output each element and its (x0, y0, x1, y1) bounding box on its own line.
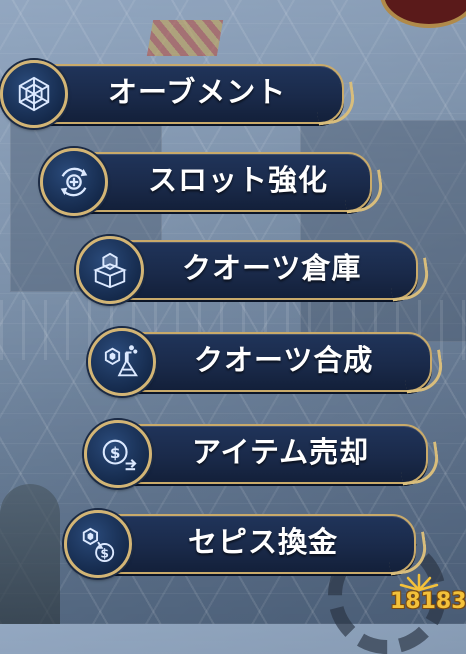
menu-item-quartz-storage[interactable]: クオーツ倉庫 (76, 236, 436, 304)
menu-item-curl (313, 81, 358, 126)
sepith-exchange-icon: $ (64, 510, 132, 578)
menu-item-item-sell[interactable]: アイテム売却 $ (84, 420, 444, 488)
svg-text:$: $ (100, 546, 109, 560)
quartz-storage-icon (76, 236, 144, 304)
watermark-text: 18183 (390, 589, 466, 614)
menu-item-curl (385, 531, 430, 576)
menu-item-sepith-exchange[interactable]: セピス換金 $ (64, 510, 430, 578)
svg-text:$: $ (110, 444, 121, 462)
menu-item-curl (401, 349, 446, 394)
side-menu: オーブメント スロット強化 クオーツ倉庫 クオーツ合成 アイテム売却 $ セピス… (0, 0, 466, 624)
item-sell-icon: $ (84, 420, 152, 488)
menu-item-curl (397, 441, 442, 486)
quartz-synthesis-icon (88, 328, 156, 396)
menu-item-slot-upgrade[interactable]: スロット強化 (40, 148, 400, 216)
menu-item-curl (341, 169, 386, 214)
menu-item-label: オーブメント (108, 75, 287, 109)
slot-upgrade-icon (40, 148, 108, 216)
menu-item-label: アイテム売却 (192, 435, 370, 469)
menu-item-label: スロット強化 (148, 163, 329, 197)
menu-item-label: クオーツ倉庫 (182, 251, 362, 285)
menu-item-curl (387, 257, 432, 302)
menu-item-quartz-synthesis[interactable]: クオーツ合成 (88, 328, 448, 396)
menu-item-orbment[interactable]: オーブメント (0, 60, 360, 128)
menu-item-label: クオーツ合成 (194, 343, 374, 377)
orbment-icon (0, 60, 68, 128)
site-watermark: 18183 (390, 572, 466, 614)
menu-item-label: セピス換金 (188, 525, 339, 559)
